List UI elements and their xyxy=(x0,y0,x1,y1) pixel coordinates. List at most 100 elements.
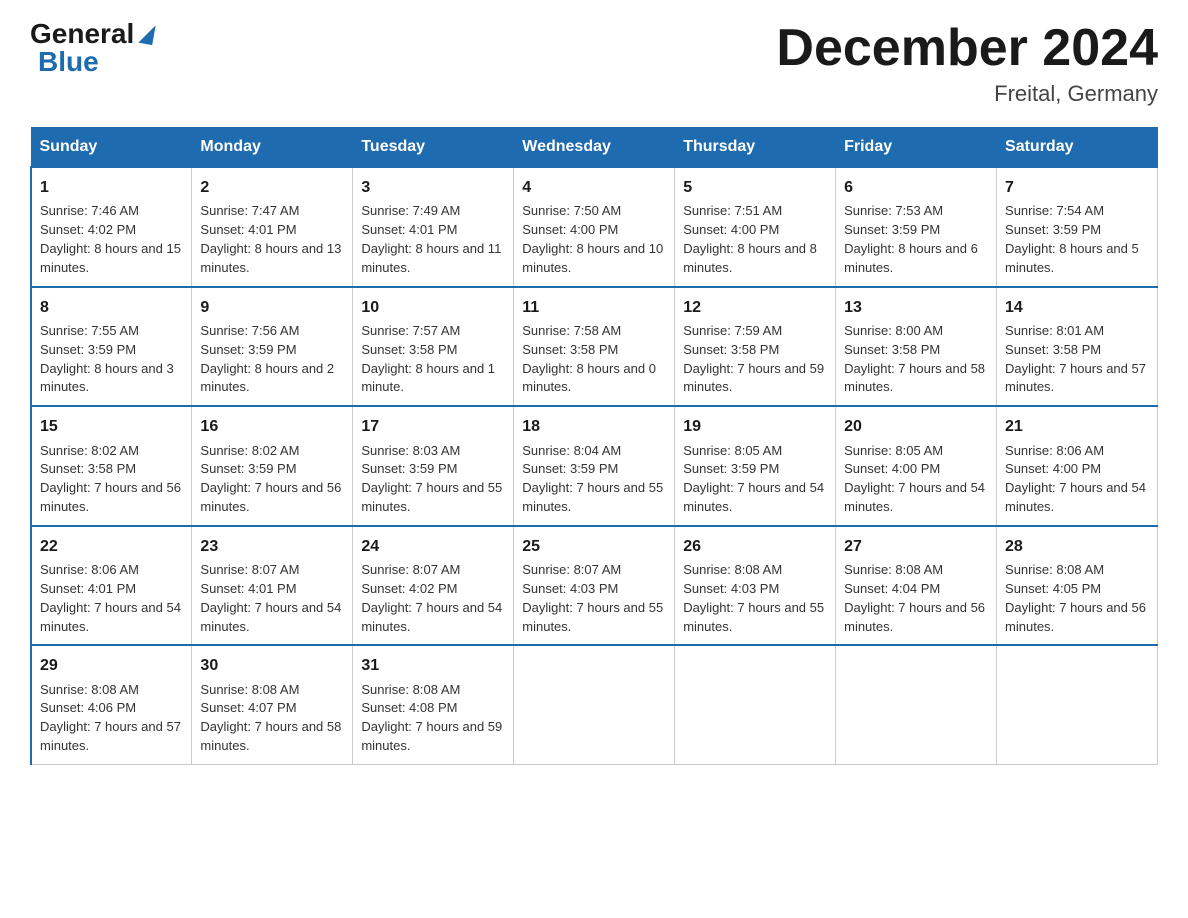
calendar-cell: 8 Sunrise: 7:55 AMSunset: 3:59 PMDayligh… xyxy=(31,287,192,407)
header-sunday: Sunday xyxy=(31,128,192,168)
day-number: 5 xyxy=(683,176,827,199)
day-number: 24 xyxy=(361,535,505,558)
day-info: Sunrise: 8:08 AMSunset: 4:03 PMDaylight:… xyxy=(683,562,824,634)
header-saturday: Saturday xyxy=(997,128,1158,168)
month-title: December 2024 xyxy=(776,20,1158,77)
logo: General Blue xyxy=(30,20,154,76)
calendar-cell xyxy=(997,645,1158,764)
day-info: Sunrise: 8:02 AMSunset: 3:59 PMDaylight:… xyxy=(200,443,341,515)
calendar-cell: 30 Sunrise: 8:08 AMSunset: 4:07 PMDaylig… xyxy=(192,645,353,764)
day-info: Sunrise: 8:06 AMSunset: 4:00 PMDaylight:… xyxy=(1005,443,1146,515)
day-number: 20 xyxy=(844,415,988,438)
calendar-cell: 4 Sunrise: 7:50 AMSunset: 4:00 PMDayligh… xyxy=(514,167,675,287)
day-number: 30 xyxy=(200,654,344,677)
day-number: 9 xyxy=(200,296,344,319)
header-row: SundayMondayTuesdayWednesdayThursdayFrid… xyxy=(31,128,1158,168)
day-info: Sunrise: 7:46 AMSunset: 4:02 PMDaylight:… xyxy=(40,203,181,275)
day-info: Sunrise: 7:56 AMSunset: 3:59 PMDaylight:… xyxy=(200,323,334,395)
day-info: Sunrise: 7:47 AMSunset: 4:01 PMDaylight:… xyxy=(200,203,341,275)
location-subtitle: Freital, Germany xyxy=(776,81,1158,107)
calendar-cell: 12 Sunrise: 7:59 AMSunset: 3:58 PMDaylig… xyxy=(675,287,836,407)
title-block: December 2024 Freital, Germany xyxy=(776,20,1158,107)
calendar-cell: 22 Sunrise: 8:06 AMSunset: 4:01 PMDaylig… xyxy=(31,526,192,646)
calendar-cell: 28 Sunrise: 8:08 AMSunset: 4:05 PMDaylig… xyxy=(997,526,1158,646)
calendar-cell: 7 Sunrise: 7:54 AMSunset: 3:59 PMDayligh… xyxy=(997,167,1158,287)
day-number: 11 xyxy=(522,296,666,319)
logo-blue-text: Blue xyxy=(38,46,99,77)
day-info: Sunrise: 8:03 AMSunset: 3:59 PMDaylight:… xyxy=(361,443,502,515)
day-number: 2 xyxy=(200,176,344,199)
calendar-cell: 19 Sunrise: 8:05 AMSunset: 3:59 PMDaylig… xyxy=(675,406,836,526)
day-number: 6 xyxy=(844,176,988,199)
day-number: 13 xyxy=(844,296,988,319)
calendar-cell: 25 Sunrise: 8:07 AMSunset: 4:03 PMDaylig… xyxy=(514,526,675,646)
day-number: 14 xyxy=(1005,296,1149,319)
day-number: 27 xyxy=(844,535,988,558)
day-number: 29 xyxy=(40,654,183,677)
day-number: 15 xyxy=(40,415,183,438)
calendar-cell: 18 Sunrise: 8:04 AMSunset: 3:59 PMDaylig… xyxy=(514,406,675,526)
week-row-5: 29 Sunrise: 8:08 AMSunset: 4:06 PMDaylig… xyxy=(31,645,1158,764)
logo-triangle-icon xyxy=(139,23,156,45)
day-info: Sunrise: 7:57 AMSunset: 3:58 PMDaylight:… xyxy=(361,323,495,395)
calendar-cell: 3 Sunrise: 7:49 AMSunset: 4:01 PMDayligh… xyxy=(353,167,514,287)
day-info: Sunrise: 8:01 AMSunset: 3:58 PMDaylight:… xyxy=(1005,323,1146,395)
day-info: Sunrise: 8:07 AMSunset: 4:02 PMDaylight:… xyxy=(361,562,502,634)
day-info: Sunrise: 8:06 AMSunset: 4:01 PMDaylight:… xyxy=(40,562,181,634)
calendar-cell: 23 Sunrise: 8:07 AMSunset: 4:01 PMDaylig… xyxy=(192,526,353,646)
day-info: Sunrise: 8:02 AMSunset: 3:58 PMDaylight:… xyxy=(40,443,181,515)
day-info: Sunrise: 7:59 AMSunset: 3:58 PMDaylight:… xyxy=(683,323,824,395)
day-number: 7 xyxy=(1005,176,1149,199)
logo-top: General xyxy=(30,20,154,48)
day-info: Sunrise: 7:58 AMSunset: 3:58 PMDaylight:… xyxy=(522,323,656,395)
day-number: 18 xyxy=(522,415,666,438)
calendar-cell: 20 Sunrise: 8:05 AMSunset: 4:00 PMDaylig… xyxy=(836,406,997,526)
day-number: 16 xyxy=(200,415,344,438)
header-wednesday: Wednesday xyxy=(514,128,675,168)
calendar-body: 1 Sunrise: 7:46 AMSunset: 4:02 PMDayligh… xyxy=(31,167,1158,764)
day-number: 3 xyxy=(361,176,505,199)
header-monday: Monday xyxy=(192,128,353,168)
day-info: Sunrise: 7:55 AMSunset: 3:59 PMDaylight:… xyxy=(40,323,174,395)
week-row-3: 15 Sunrise: 8:02 AMSunset: 3:58 PMDaylig… xyxy=(31,406,1158,526)
calendar-cell: 5 Sunrise: 7:51 AMSunset: 4:00 PMDayligh… xyxy=(675,167,836,287)
day-number: 12 xyxy=(683,296,827,319)
calendar-cell: 10 Sunrise: 7:57 AMSunset: 3:58 PMDaylig… xyxy=(353,287,514,407)
day-info: Sunrise: 8:07 AMSunset: 4:01 PMDaylight:… xyxy=(200,562,341,634)
day-number: 25 xyxy=(522,535,666,558)
calendar-cell: 16 Sunrise: 8:02 AMSunset: 3:59 PMDaylig… xyxy=(192,406,353,526)
day-number: 10 xyxy=(361,296,505,319)
day-number: 23 xyxy=(200,535,344,558)
day-number: 31 xyxy=(361,654,505,677)
day-info: Sunrise: 8:00 AMSunset: 3:58 PMDaylight:… xyxy=(844,323,985,395)
header-thursday: Thursday xyxy=(675,128,836,168)
calendar-cell: 24 Sunrise: 8:07 AMSunset: 4:02 PMDaylig… xyxy=(353,526,514,646)
calendar-cell: 17 Sunrise: 8:03 AMSunset: 3:59 PMDaylig… xyxy=(353,406,514,526)
calendar-cell: 21 Sunrise: 8:06 AMSunset: 4:00 PMDaylig… xyxy=(997,406,1158,526)
week-row-2: 8 Sunrise: 7:55 AMSunset: 3:59 PMDayligh… xyxy=(31,287,1158,407)
calendar-cell: 27 Sunrise: 8:08 AMSunset: 4:04 PMDaylig… xyxy=(836,526,997,646)
header-friday: Friday xyxy=(836,128,997,168)
calendar-cell: 26 Sunrise: 8:08 AMSunset: 4:03 PMDaylig… xyxy=(675,526,836,646)
calendar-cell: 29 Sunrise: 8:08 AMSunset: 4:06 PMDaylig… xyxy=(31,645,192,764)
day-number: 28 xyxy=(1005,535,1149,558)
calendar-cell: 2 Sunrise: 7:47 AMSunset: 4:01 PMDayligh… xyxy=(192,167,353,287)
day-number: 22 xyxy=(40,535,183,558)
calendar-cell: 9 Sunrise: 7:56 AMSunset: 3:59 PMDayligh… xyxy=(192,287,353,407)
calendar-cell: 11 Sunrise: 7:58 AMSunset: 3:58 PMDaylig… xyxy=(514,287,675,407)
calendar-header: SundayMondayTuesdayWednesdayThursdayFrid… xyxy=(31,128,1158,168)
day-info: Sunrise: 8:04 AMSunset: 3:59 PMDaylight:… xyxy=(522,443,663,515)
day-info: Sunrise: 8:05 AMSunset: 4:00 PMDaylight:… xyxy=(844,443,985,515)
day-info: Sunrise: 8:08 AMSunset: 4:05 PMDaylight:… xyxy=(1005,562,1146,634)
calendar-cell: 15 Sunrise: 8:02 AMSunset: 3:58 PMDaylig… xyxy=(31,406,192,526)
day-number: 8 xyxy=(40,296,183,319)
day-number: 4 xyxy=(522,176,666,199)
day-info: Sunrise: 8:08 AMSunset: 4:07 PMDaylight:… xyxy=(200,682,341,754)
calendar-cell xyxy=(675,645,836,764)
calendar-cell: 13 Sunrise: 8:00 AMSunset: 3:58 PMDaylig… xyxy=(836,287,997,407)
day-info: Sunrise: 7:50 AMSunset: 4:00 PMDaylight:… xyxy=(522,203,663,275)
day-info: Sunrise: 8:08 AMSunset: 4:08 PMDaylight:… xyxy=(361,682,502,754)
calendar-table: SundayMondayTuesdayWednesdayThursdayFrid… xyxy=(30,127,1158,765)
day-number: 21 xyxy=(1005,415,1149,438)
day-info: Sunrise: 7:54 AMSunset: 3:59 PMDaylight:… xyxy=(1005,203,1139,275)
